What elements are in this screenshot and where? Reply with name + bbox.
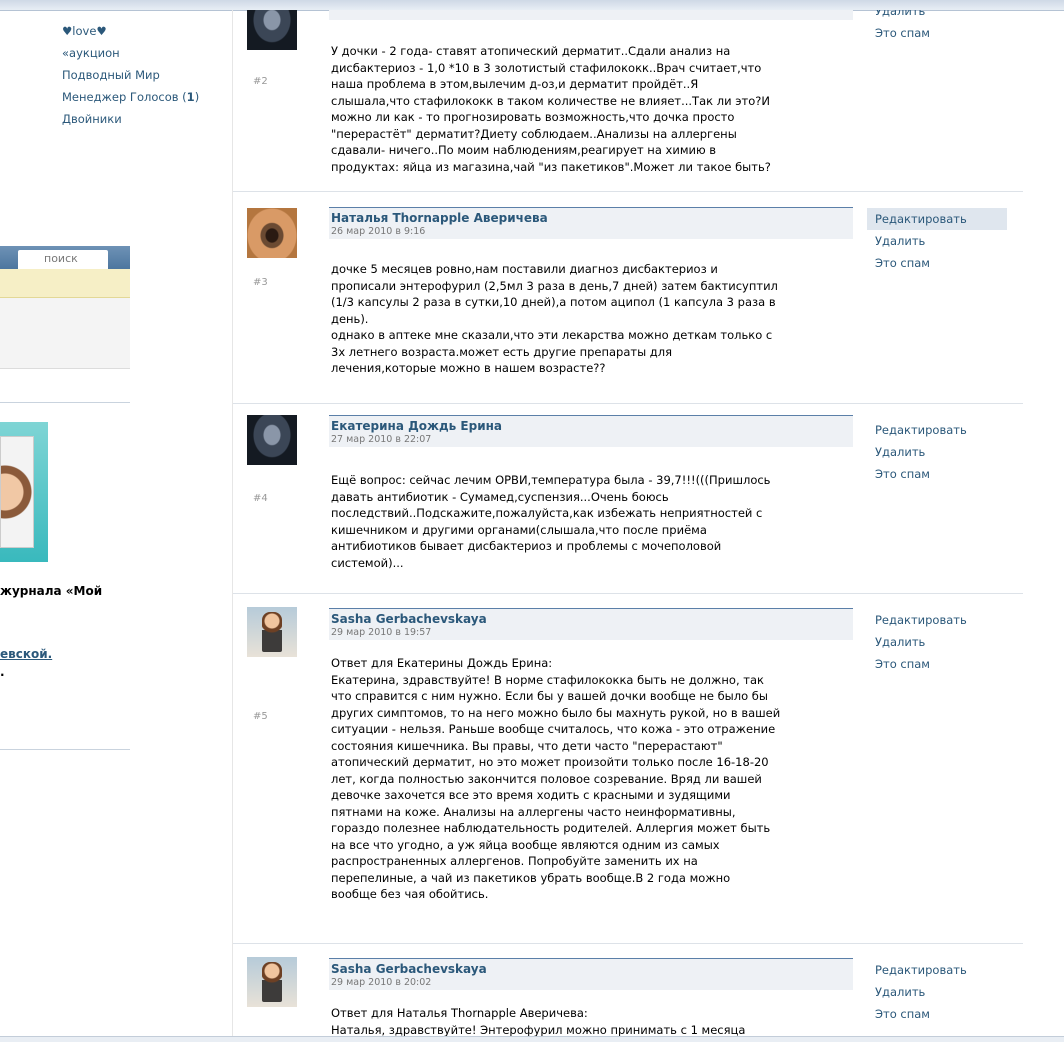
post-number: #3 [253,277,268,288]
post-date: 29 мар 2010 в 19:57 [331,627,432,638]
menu-item-underwater-world[interactable]: Подводный Мир [62,64,199,86]
post-author-link[interactable]: Sasha Gerbachevskaya [331,612,487,626]
post-actions: Редактировать Удалить Это спам [867,419,1007,485]
app-menu: ♥love♥ «аукцион Подводный Мир Менеджер Г… [62,20,199,130]
post-date: 27 мар 2010 в 22:07 [331,434,432,445]
trailing-text: . [0,665,5,679]
post-date: 26 мар 2010 в 9:16 [331,226,426,237]
profile-photo-frame[interactable] [0,422,48,562]
search-tab-bar: поиск [0,246,130,269]
edit-link[interactable]: Редактировать [867,419,1007,441]
browser-bottom-edge [0,1036,1064,1042]
journal-title-text: журнала «Мой [0,584,103,598]
post-text: У дочки - 2 года- ставят атопический дер… [331,44,771,174]
edit-link[interactable]: Редактировать [867,609,1007,631]
search-tab[interactable]: поиск [18,250,108,269]
delete-link[interactable]: Удалить [867,230,1007,252]
menu-item-auction[interactable]: «аукцион [62,42,199,64]
post-number: #4 [253,493,268,504]
edit-link[interactable]: Редактировать [867,208,1007,230]
post-author-link[interactable]: Наталья Thornapple Аверичева [331,211,548,225]
divider [0,749,130,750]
post-actions: Удалить Это спам [867,10,1007,44]
post-header [329,10,853,20]
info-panel [0,298,130,369]
post-text: Ещё вопрос: сейчас лечим ОРВИ,температур… [331,473,771,570]
spam-link[interactable]: Это спам [867,252,1007,274]
user-avatar[interactable] [247,415,297,465]
spam-link[interactable]: Это спам [867,22,1007,44]
menu-item-voice-manager[interactable]: Менеджер Голосов (1) [62,86,199,108]
post-text: дочке 5 месяцев ровно,нам поставили диаг… [331,262,778,375]
thread-post: #4 Екатерина Дождь Ерина 27 мар 2010 в 2… [233,403,1023,594]
post-actions: Редактировать Удалить Это спам [867,208,1007,274]
post-author-link[interactable]: Екатерина Дождь Ерина [331,419,502,433]
author-link[interactable]: евской. [0,647,52,661]
post-header: Sasha Gerbachevskaya 29 мар 2010 в 20:02 [329,958,853,990]
divider [0,402,130,403]
post-header: Sasha Gerbachevskaya 29 мар 2010 в 19:57 [329,608,853,640]
post-text: Ответ для Наталья Thornapple Аверичева: … [331,1006,746,1036]
thread-post: #5 Sasha Gerbachevskaya 29 мар 2010 в 19… [233,593,1023,944]
user-avatar[interactable] [247,10,297,50]
post-number: #5 [253,711,268,722]
delete-link[interactable]: Удалить [867,441,1007,463]
spam-link[interactable]: Это спам [867,463,1007,485]
post-header: Екатерина Дождь Ерина 27 мар 2010 в 22:0… [329,415,853,447]
delete-link[interactable]: Удалить [867,981,1007,1003]
notice-band [0,269,130,298]
menu-item-love[interactable]: ♥love♥ [62,20,199,42]
menu-item-doubles[interactable]: Двойники [62,108,199,130]
discussion-thread: #2 У дочки - 2 года- ставят атопический … [232,10,1023,1036]
spam-link[interactable]: Это спам [867,653,1007,675]
left-sidebar: ♥love♥ «аукцион Подводный Мир Менеджер Г… [0,10,232,1036]
thread-post: #3 Наталья Thornapple Аверичева 26 мар 2… [233,191,1023,404]
menu-item-label: Менеджер Голосов [62,90,179,104]
post-header: Наталья Thornapple Аверичева 26 мар 2010… [329,207,853,239]
profile-photo[interactable] [0,436,34,548]
delete-link[interactable]: Удалить [867,10,1007,22]
spam-link[interactable]: Это спам [867,1003,1007,1025]
user-avatar[interactable] [247,607,297,657]
edit-link[interactable]: Редактировать [867,959,1007,981]
post-actions: Редактировать Удалить Это спам [867,609,1007,675]
post-author-link[interactable]: Sasha Gerbachevskaya [331,962,487,976]
post-number: #2 [253,76,268,87]
post-text: Ответ для Екатерины Дождь Ерина: Екатери… [331,656,781,901]
delete-link[interactable]: Удалить [867,631,1007,653]
thread-post: #2 У дочки - 2 года- ставят атопический … [233,10,1023,192]
user-avatar[interactable] [247,957,297,1007]
post-date: 29 мар 2010 в 20:02 [331,977,432,988]
menu-item-count: 1 [186,90,195,104]
user-avatar[interactable] [247,208,297,258]
thread-post: Sasha Gerbachevskaya 29 мар 2010 в 20:02… [233,943,1023,1036]
post-actions: Редактировать Удалить Это спам [867,959,1007,1025]
